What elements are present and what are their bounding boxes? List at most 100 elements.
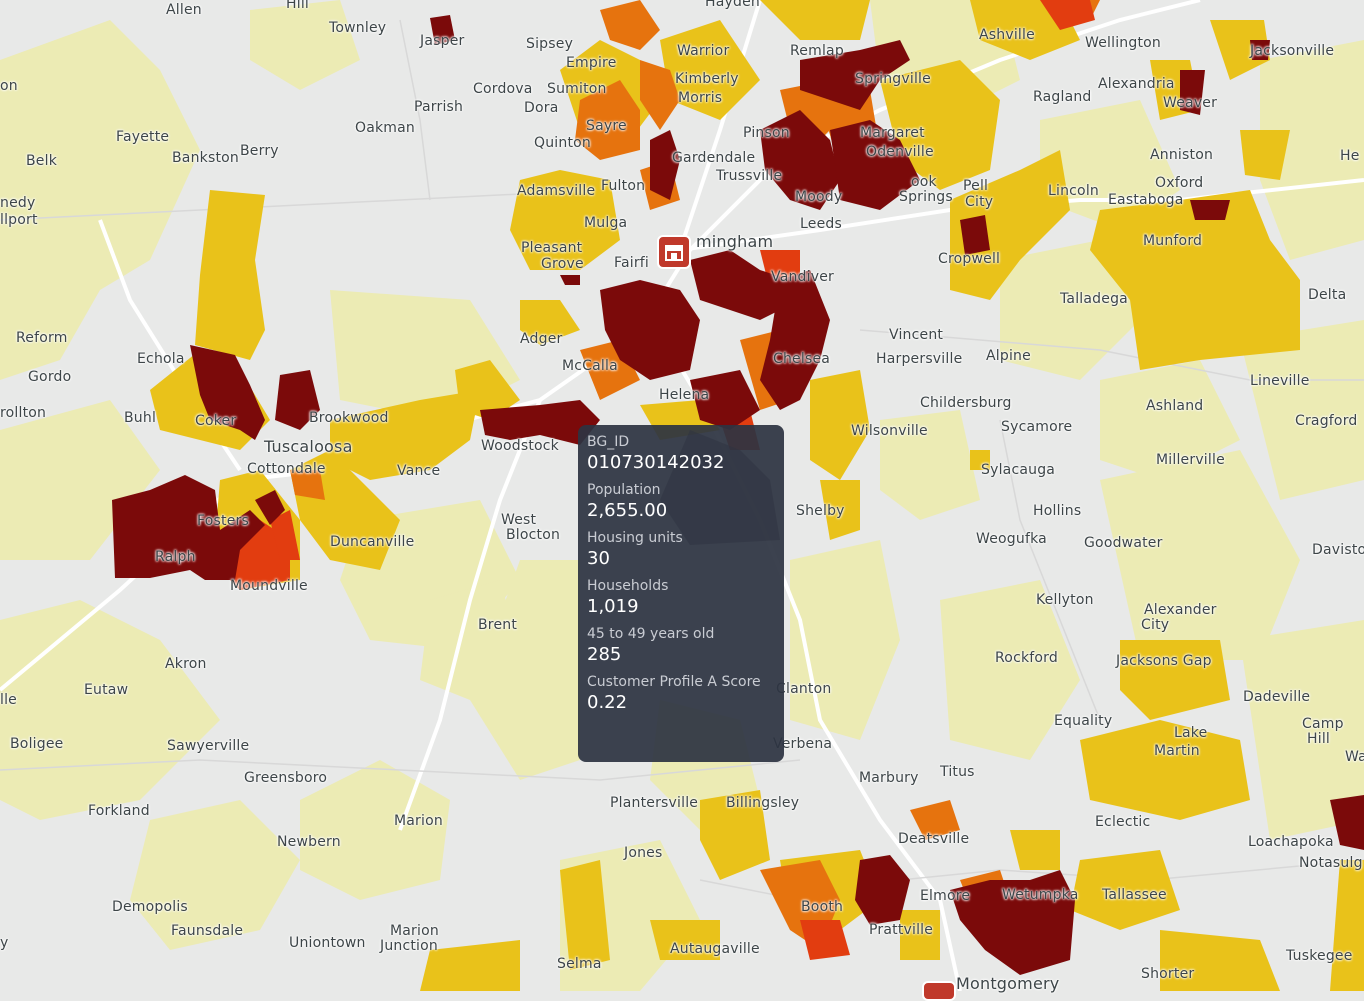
place-edge-lle: lle (0, 692, 17, 708)
place-ashville: Ashville (979, 27, 1035, 43)
place-alpine: Alpine (986, 348, 1031, 364)
place-fairfield: Fairfi (614, 255, 650, 271)
place-demopolis: Demopolis (112, 899, 188, 915)
place-forkland: Forkland (88, 803, 150, 819)
place-dadeville: Dadeville (1243, 689, 1311, 705)
place-empire: Empire (566, 55, 617, 71)
tooltip-value: 0.22 (587, 692, 628, 713)
place-sycamore: Sycamore (1001, 419, 1073, 435)
storefront-icon (665, 245, 683, 261)
tooltip-row-bg-id: BG_ID 010730142032 (587, 433, 775, 475)
tooltip-key: BG_ID (587, 434, 630, 450)
tooltip-row-housing-units: Housing units 30 (587, 529, 775, 571)
place-vance: Vance (397, 463, 441, 479)
place-adamsville: Adamsville (517, 183, 596, 199)
place-sumiton: Sumiton (547, 81, 607, 97)
place-mccalla: McCalla (562, 358, 618, 374)
tooltip-row-profile-score: Customer Profile A Score 0.22 (587, 673, 775, 715)
place-ashland: Ashland (1146, 398, 1204, 414)
place-fayette: Fayette (116, 129, 170, 145)
place-echola: Echola (137, 351, 185, 367)
tooltip-key: Households (587, 578, 669, 594)
place-springs: Springs (899, 189, 953, 205)
place-alexandria: Alexandria (1098, 76, 1175, 92)
place-uniontown: Uniontown (289, 935, 366, 951)
place-trussville: Trussville (716, 168, 783, 184)
place-alexander: Alexander (1144, 602, 1217, 618)
place-edge-edy: nedy (0, 195, 36, 211)
place-sylacauga: Sylacauga (981, 462, 1056, 478)
place-west: West (501, 512, 537, 528)
place-quinton: Quinton (534, 135, 591, 151)
place-edge-on: on (0, 78, 18, 94)
place-rockford: Rockford (995, 650, 1058, 666)
place-loachapoka: Loachapoka (1248, 834, 1334, 850)
place-leeds: Leeds (800, 216, 842, 232)
place-cottondale: Cottondale (247, 461, 326, 477)
place-helena: Helena (659, 387, 710, 403)
place-shorter: Shorter (1141, 966, 1195, 982)
place-childersburg: Childersburg (920, 395, 1012, 411)
place-cragford: Cragford (1295, 413, 1358, 429)
tooltip-row-age-45-49: 45 to 49 years old 285 (587, 625, 775, 667)
place-brook: ook (911, 174, 937, 190)
place-birmingham: mingham (696, 232, 774, 251)
tooltip-row-population: Population 2,655.00 (587, 481, 775, 523)
place-elmore: Elmore (920, 888, 971, 904)
place-allen: Allen (166, 2, 202, 18)
tooltip-key: Population (587, 482, 661, 498)
store-marker-icon-2[interactable] (922, 981, 956, 1001)
store-marker-icon[interactable] (657, 235, 691, 269)
place-harpersville: Harpersville (876, 351, 963, 367)
place-ragland: Ragland (1033, 89, 1092, 105)
place-tuskegee: Tuskegee (1286, 948, 1353, 964)
place-edge-wa: Wa (1345, 749, 1364, 765)
place-blocton: Blocton (506, 527, 561, 543)
place-weogufka: Weogufka (976, 531, 1047, 547)
place-jacksons-gap: Jacksons Gap (1116, 653, 1212, 669)
place-jones: Jones (624, 845, 663, 861)
place-sayre: Sayre (586, 118, 627, 134)
place-woodstock: Woodstock (481, 438, 559, 454)
place-gardendale: Gardendale (672, 150, 756, 166)
tooltip-value: 30 (587, 548, 610, 569)
place-martin: Martin (1154, 743, 1200, 759)
place-moundville: Moundville (230, 578, 308, 594)
place-edge-he: He (1340, 148, 1360, 164)
place-shelby: Shelby (796, 503, 845, 519)
place-wilsonville: Wilsonville (851, 423, 928, 439)
place-margaret: Margaret (860, 125, 925, 141)
place-eastaboga: Eastaboga (1108, 192, 1184, 208)
place-pleasant: Pleasant (521, 240, 583, 256)
place-camp-hill: Hill (1307, 731, 1330, 747)
place-wellington: Wellington (1085, 35, 1161, 51)
place-davisto: Davisto (1312, 542, 1364, 558)
tooltip-value: 285 (587, 644, 622, 665)
place-marion: Marion (394, 813, 443, 829)
place-titus: Titus (940, 764, 975, 780)
place-wetumpka: Wetumpka (1002, 887, 1079, 903)
place-eutaw: Eutaw (84, 682, 129, 698)
place-odenville: Odenville (866, 144, 934, 160)
place-munford: Munford (1143, 233, 1203, 249)
place-clanton: Clanton (776, 681, 832, 697)
place-belk: Belk (26, 153, 58, 169)
place-fosters: Fosters (197, 513, 249, 529)
place-hill: Hill (286, 0, 309, 12)
place-goodwater: Goodwater (1084, 535, 1163, 551)
place-tuscaloosa: Tuscaloosa (264, 437, 353, 456)
place-jasper: Jasper (420, 33, 465, 49)
place-parrish: Parrish (414, 99, 464, 115)
place-buhl: Buhl (124, 410, 157, 426)
tooltip-key: 45 to 49 years old (587, 626, 715, 642)
place-fulton: Fulton (601, 178, 646, 194)
place-edge-rollton: rollton (0, 405, 47, 421)
place-vandiver: Vandiver (771, 269, 834, 285)
place-notasulga: Notasulg (1299, 855, 1363, 871)
place-pell: Pell (963, 178, 989, 194)
place-marion-junction-2: Junction (380, 938, 438, 954)
place-camp: Camp (1302, 716, 1344, 732)
place-greensboro: Greensboro (244, 770, 328, 786)
tooltip-value: 2,655.00 (587, 500, 668, 521)
tooltip-key: Customer Profile A Score (587, 674, 761, 690)
